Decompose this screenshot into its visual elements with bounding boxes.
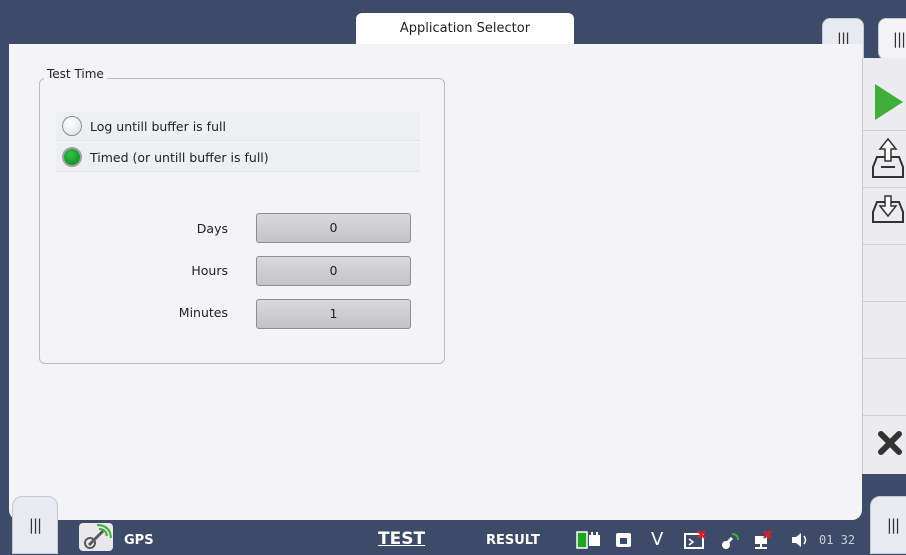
hours-label: Hours (191, 263, 228, 278)
tray-upload-icon (872, 137, 904, 178)
save-button[interactable] (863, 188, 906, 245)
minutes-label: Minutes (178, 305, 228, 320)
play-icon (875, 84, 903, 120)
battery-plug-icon (576, 531, 600, 549)
right-action-panel (862, 58, 906, 474)
bottom-right-panel-tab[interactable]: ||| (870, 496, 906, 554)
satellite-icon (722, 533, 739, 549)
option-log-until-full[interactable]: Log untill buffer is full (56, 112, 420, 141)
empty-panel-slot-3 (863, 359, 906, 416)
radio-button-timed[interactable] (62, 147, 82, 167)
days-label: Days (196, 221, 228, 236)
gps-label: GPS (124, 533, 154, 548)
voltage-indicator: V (651, 529, 664, 550)
network-port-icon (616, 533, 631, 547)
right-panel-tab[interactable]: ||| (878, 18, 906, 60)
days-field[interactable]: 0 (256, 213, 411, 243)
close-button[interactable] (863, 416, 906, 472)
option-label-log: Log untill buffer is full (90, 118, 226, 134)
group-title: Test Time (44, 67, 107, 81)
speaker-icon (792, 533, 807, 547)
close-icon (878, 431, 902, 455)
bottom-left-panel-tab[interactable]: ||| (12, 496, 58, 554)
tab-test[interactable]: TEST (378, 529, 425, 549)
gps-icon[interactable] (79, 523, 113, 551)
option-label-timed: Timed (or untill buffer is full) (90, 149, 269, 165)
application-selector-tab[interactable]: Application Selector (356, 13, 574, 45)
hours-field[interactable]: 0 (256, 256, 411, 286)
empty-panel-slot-2 (863, 302, 906, 359)
start-button[interactable] (863, 74, 906, 131)
clock: 01 32 (819, 533, 856, 547)
empty-panel-slot-1 (863, 245, 906, 302)
minutes-field[interactable]: 1 (256, 299, 411, 329)
network-error-icon (755, 530, 772, 549)
load-button[interactable] (863, 131, 906, 188)
tab-result[interactable]: RESULT (486, 533, 540, 548)
terminal-error-icon (684, 530, 706, 549)
option-timed[interactable]: Timed (or untill buffer is full) (56, 143, 420, 172)
tray-download-icon (872, 195, 904, 223)
radio-button-log[interactable] (62, 116, 82, 136)
